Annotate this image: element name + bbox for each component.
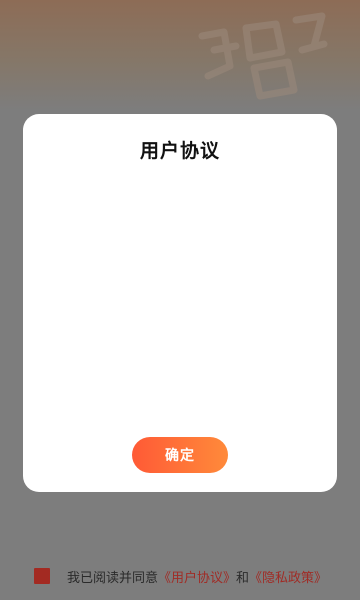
agreement-row: 我已阅读并同意 《用户协议》 和 《隐私政策》: [34, 566, 327, 586]
dialog-title: 用户协议: [139, 140, 220, 162]
agreement-conjunction: 和: [236, 570, 250, 586]
privacy-policy-link[interactable]: 《隐私政策》: [249, 567, 327, 586]
agreement-prefix: 我已阅读并同意: [67, 570, 159, 586]
agreement-content[interactable]: [39, 176, 321, 476]
user-agreement-link[interactable]: 《用户协议》: [158, 567, 236, 586]
brand-logo-icon: [198, 12, 328, 100]
screen: 用户协议 确定 我已阅读并同意 《用户协议》 和 《隐私政策》: [0, 0, 360, 600]
header-band: [0, 0, 360, 110]
confirm-button[interactable]: 确定: [132, 437, 228, 473]
user-agreement-dialog: 用户协议 确定: [23, 114, 337, 492]
checkbox-icon[interactable]: [34, 568, 50, 584]
